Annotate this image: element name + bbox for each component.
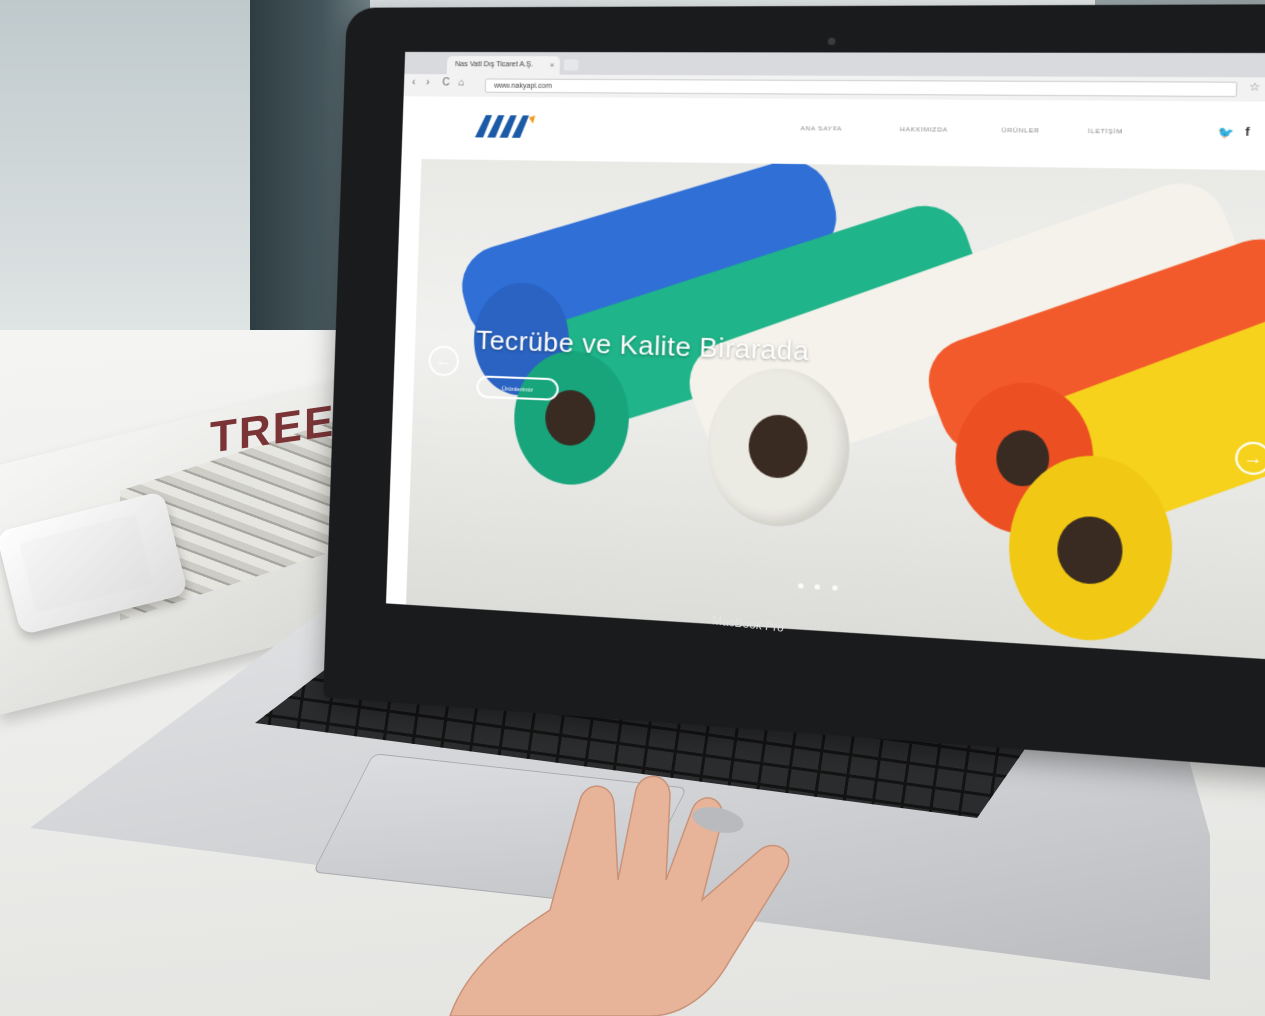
site-logo[interactable]: [473, 111, 538, 140]
forward-icon[interactable]: ›: [426, 77, 430, 88]
bookmark-star-icon[interactable]: ☆: [1249, 82, 1260, 94]
laptop-screen: Nas Vatl Dış Ticaret A.Ş. × ‹ › C ⌂ www.…: [386, 51, 1265, 661]
menu-item-products[interactable]: ÜRÜNLER: [1001, 128, 1039, 135]
smartphone-screen: [19, 514, 153, 613]
webcam: [827, 37, 836, 46]
reload-icon[interactable]: C: [442, 77, 450, 88]
yellow-roll-core: [1056, 514, 1124, 586]
user-hand: [449, 775, 790, 1016]
facebook-icon[interactable]: f: [1245, 126, 1250, 139]
tab-close-icon[interactable]: ×: [549, 56, 555, 74]
menu-item-home[interactable]: ANA SAYFA: [800, 126, 842, 133]
slider-dot[interactable]: [814, 584, 821, 590]
slider-dot[interactable]: [798, 583, 804, 589]
twitter-icon[interactable]: 🐦: [1217, 126, 1234, 140]
menu-item-contact[interactable]: İLETİŞİM: [1088, 129, 1123, 136]
home-icon[interactable]: ⌂: [458, 77, 465, 88]
new-tab-button[interactable]: [563, 59, 579, 71]
laptop-lid: Nas Vatl Dış Ticaret A.Ş. × ‹ › C ⌂ www.…: [323, 3, 1265, 774]
white-roll-core: [747, 413, 809, 480]
slider-dot[interactable]: [831, 585, 838, 591]
slider-pagination: [795, 575, 842, 597]
url-text: www.nakyapi.com: [493, 82, 552, 91]
back-icon[interactable]: ‹: [412, 77, 416, 88]
menu-item-about[interactable]: HAKKIMIZDA: [900, 127, 948, 134]
browser-tab[interactable]: Nas Vatl Dış Ticaret A.Ş. ×: [446, 56, 561, 75]
site-header: ANA SAYFA HAKKIMIZDA ÜRÜNLER İLETİŞİM 🐦 …: [401, 96, 1265, 169]
hero-slider: Tecrübe ve Kalite Birarada Ürünlerimiz ←…: [406, 159, 1265, 660]
hero-products-button[interactable]: Ürünlerimiz: [476, 375, 560, 401]
tab-title: Nas Vatl Dış Ticaret A.Ş.: [455, 61, 534, 69]
address-bar[interactable]: www.nakyapi.com: [484, 78, 1238, 98]
slider-prev-arrow-icon[interactable]: ←: [428, 345, 460, 377]
